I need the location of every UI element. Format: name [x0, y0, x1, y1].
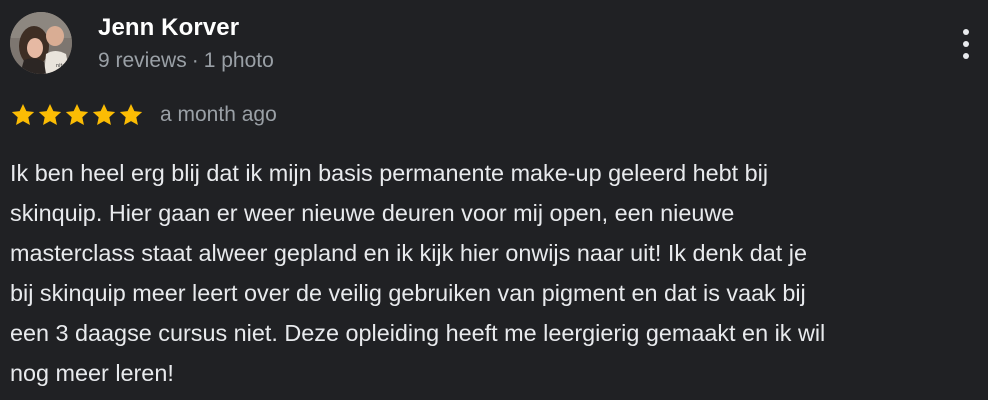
review-text-line: een 3 daagse cursus niet. Deze opleiding…: [10, 320, 826, 346]
author-name[interactable]: Jenn Korver: [98, 14, 239, 42]
review-text-line: nog meer leren!: [10, 360, 174, 386]
author-meta[interactable]: 9 reviews · 1 photo: [98, 49, 274, 73]
more-vert-icon: [963, 29, 969, 35]
review-card: nite Jenn Korver 9 reviews · 1 photo a mon…: [0, 0, 988, 400]
review-text-line: skinquip. Hier gaan er weer nieuwe deure…: [10, 200, 735, 226]
star-icon: [119, 103, 143, 125]
review-text-line: Ik ben heel erg blij dat ik mijn basis p…: [10, 160, 769, 186]
meta-separator: ·: [191, 49, 199, 72]
review-text-line: masterclass staat alweer gepland en ik k…: [10, 240, 807, 266]
avatar[interactable]: nite: [10, 12, 72, 74]
review-text-line: bij skinquip meer leert over de veilig g…: [10, 280, 806, 306]
review-date: a month ago: [160, 103, 277, 126]
more-options-button[interactable]: [952, 24, 982, 64]
star-icon: [92, 103, 116, 125]
review-text: Ik ben heel erg blij dat ik mijn basis p…: [10, 153, 985, 393]
star-icon: [11, 103, 35, 125]
rating-row: a month ago: [10, 100, 277, 130]
star-icon: [65, 103, 89, 125]
star-rating: [10, 102, 144, 128]
photo-count: 1 photo: [203, 49, 274, 72]
review-count: 9 reviews: [98, 49, 187, 72]
svg-text:nite: nite: [56, 63, 66, 69]
profile-photo-icon: nite: [10, 12, 72, 74]
star-icon: [38, 103, 62, 125]
